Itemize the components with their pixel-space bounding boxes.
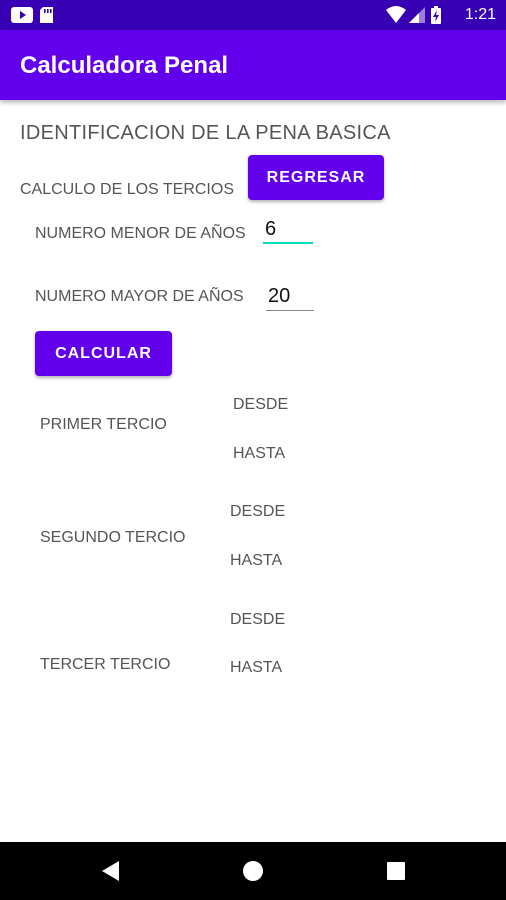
back-icon[interactable]	[102, 861, 119, 881]
youtube-icon	[11, 7, 33, 23]
primer-tercio-hasta: HASTA	[233, 445, 286, 462]
tercer-tercio-label: TERCER TERCIO	[40, 656, 171, 673]
signal-icon	[408, 7, 425, 23]
navigation-bar	[0, 842, 506, 900]
wifi-icon	[385, 6, 406, 23]
status-right: 1:21	[385, 5, 496, 25]
calcular-button[interactable]: CALCULAR	[35, 331, 172, 376]
home-icon[interactable]	[243, 861, 263, 881]
primer-tercio-label: PRIMER TERCIO	[40, 416, 167, 433]
segundo-tercio-hasta: HASTA	[230, 552, 283, 569]
tercer-tercio-desde: DESDE	[230, 611, 286, 628]
menor-input[interactable]	[263, 216, 313, 244]
sd-card-icon	[40, 7, 53, 23]
mayor-input[interactable]	[266, 283, 314, 311]
app-bar: Calculadora Penal	[0, 30, 506, 100]
app-title: Calculadora Penal	[20, 52, 229, 79]
page-heading: IDENTIFICACION DE LA PENA BASICA	[20, 122, 391, 144]
regresar-button[interactable]: REGRESAR	[248, 155, 384, 200]
segundo-tercio-label: SEGUNDO TERCIO	[40, 529, 186, 546]
menor-label: NUMERO MENOR DE AÑOS	[35, 225, 246, 242]
status-time: 1:21	[464, 6, 496, 23]
section-subheading: CALCULO DE LOS TERCIOS	[20, 181, 234, 198]
tercer-tercio-hasta: HASTA	[230, 659, 283, 676]
primer-tercio-desde: DESDE	[233, 396, 289, 413]
recents-icon[interactable]	[387, 862, 405, 880]
status-left-icons	[11, 6, 71, 24]
mayor-label: NUMERO MAYOR DE AÑOS	[35, 288, 244, 305]
battery-charging-icon	[430, 6, 441, 24]
segundo-tercio-desde: DESDE	[230, 503, 286, 520]
status-bar: 1:21	[0, 0, 506, 30]
